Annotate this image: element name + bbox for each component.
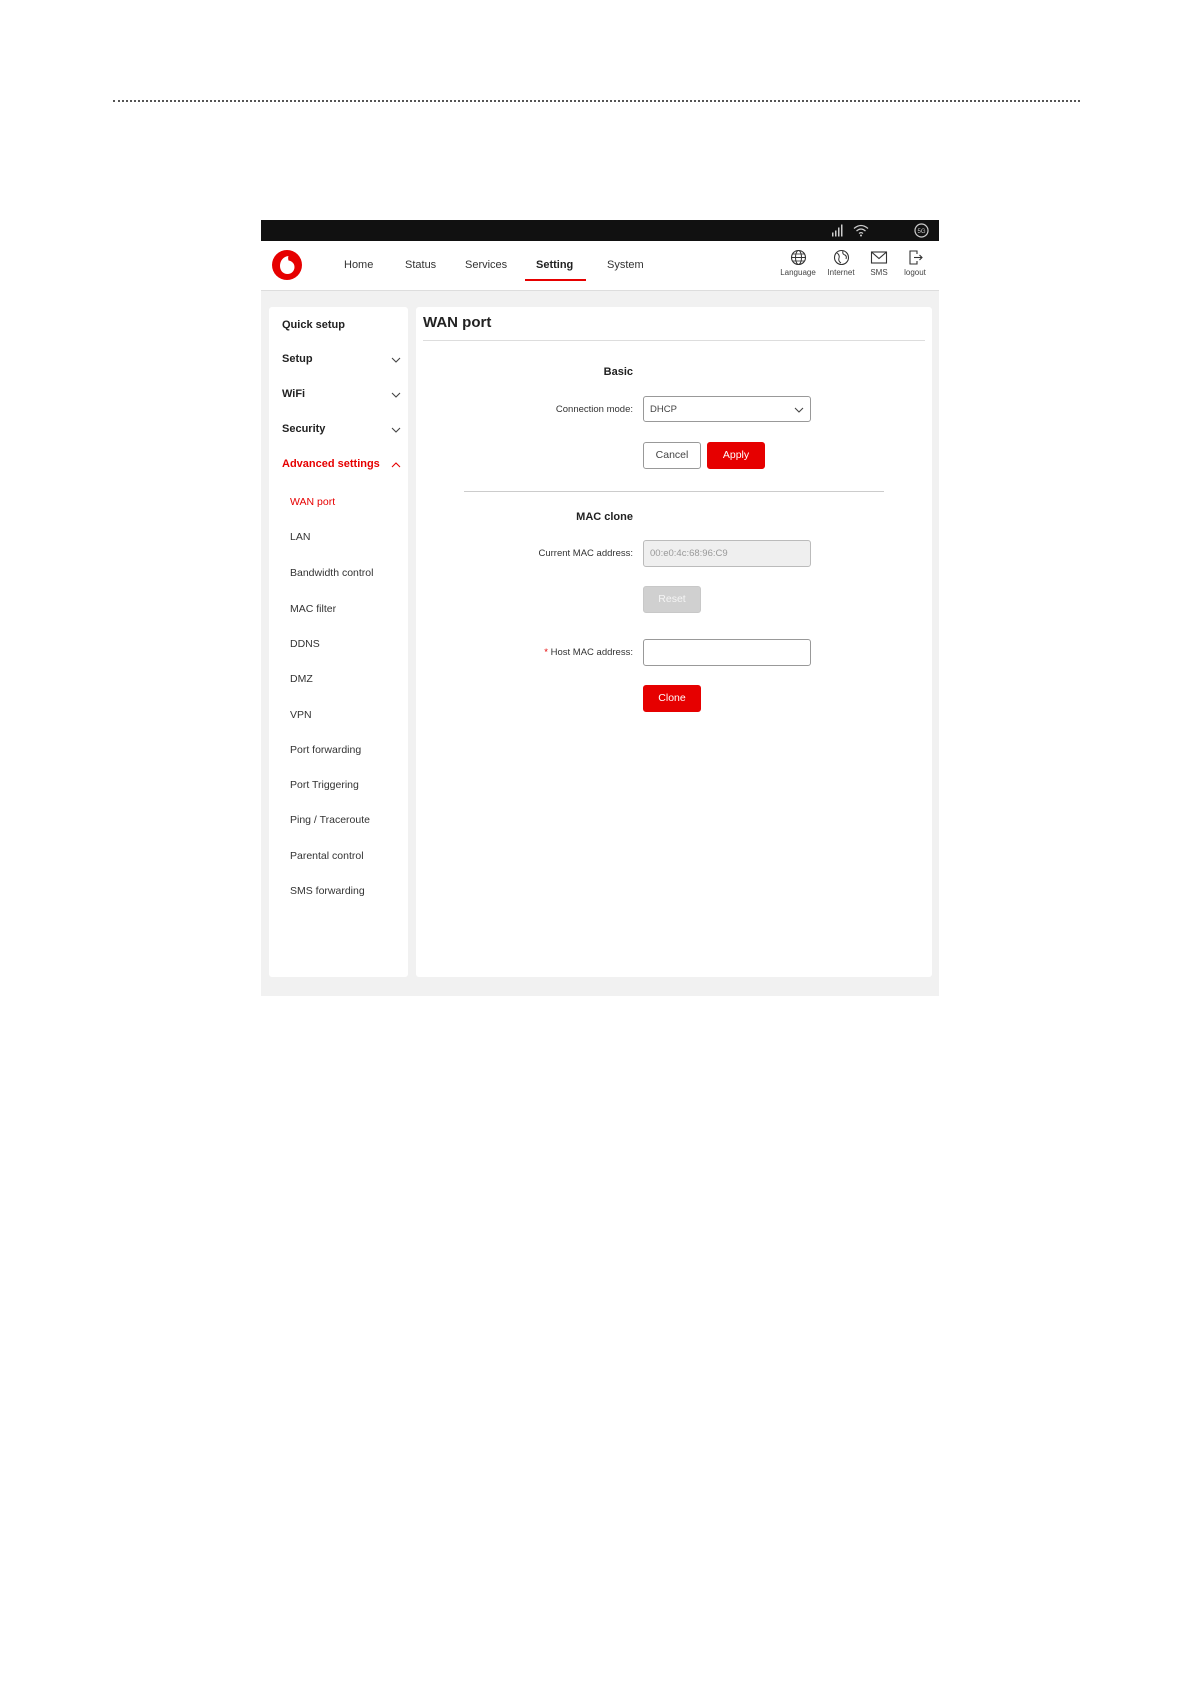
current-mac-label: Current MAC address: xyxy=(538,548,633,559)
wifi-icon xyxy=(853,224,869,237)
sidebar-item-mac-filter[interactable]: MAC filter xyxy=(290,603,336,615)
chevron-up-icon[interactable] xyxy=(391,460,401,470)
sidebar-item-wifi[interactable]: WiFi xyxy=(282,388,305,400)
title-divider xyxy=(423,340,925,341)
internet-button[interactable]: Internet xyxy=(823,249,859,277)
sidebar-item-vpn[interactable]: VPN xyxy=(290,709,312,721)
chevron-down-icon xyxy=(794,407,804,413)
sidebar: Quick setup Setup WiFi Security Advanced… xyxy=(269,307,408,977)
sms-label: SMS xyxy=(870,268,888,277)
language-label: Language xyxy=(780,268,816,277)
main-panel: WAN port Basic Connection mode: DHCP Can… xyxy=(416,307,932,977)
nav-home[interactable]: Home xyxy=(344,255,373,275)
sidebar-item-parental-control[interactable]: Parental control xyxy=(290,850,364,862)
logout-label: logout xyxy=(904,268,926,277)
sidebar-item-ddns[interactable]: DDNS xyxy=(290,638,320,650)
host-mac-label-text: Host MAC address: xyxy=(550,647,633,658)
vodafone-logo[interactable] xyxy=(271,249,303,281)
sidebar-item-port-forwarding[interactable]: Port forwarding xyxy=(290,744,361,756)
globe-icon xyxy=(790,249,806,266)
chevron-down-icon[interactable] xyxy=(391,425,401,435)
internet-label: Internet xyxy=(827,268,855,277)
sidebar-item-security[interactable]: Security xyxy=(282,423,325,435)
cancel-button[interactable]: Cancel xyxy=(643,442,701,469)
section-basic-title: Basic xyxy=(603,366,633,378)
connection-mode-value: DHCP xyxy=(650,404,677,415)
host-mac-input[interactable] xyxy=(643,639,811,666)
language-button[interactable]: Language xyxy=(778,249,818,277)
nav-system[interactable]: System xyxy=(607,255,644,275)
nav-services[interactable]: Services xyxy=(465,255,507,275)
logout-button[interactable]: logout xyxy=(899,249,931,277)
sidebar-item-sms-forwarding[interactable]: SMS forwarding xyxy=(290,885,365,897)
sidebar-item-wan-port[interactable]: WAN port xyxy=(290,496,335,508)
current-mac-field: 00:e0:4c:68:96:C9 xyxy=(643,540,811,567)
section-mac-clone-title: MAC clone xyxy=(576,511,633,523)
sidebar-item-lan[interactable]: LAN xyxy=(290,531,310,543)
top-header: Home Status Services Setting System Lang… xyxy=(261,241,939,291)
required-marker: * xyxy=(544,647,548,658)
signal-icon xyxy=(832,224,843,237)
chevron-down-icon[interactable] xyxy=(391,355,401,365)
5g-icon: 5G xyxy=(914,223,929,238)
sidebar-item-advanced-settings[interactable]: Advanced settings xyxy=(282,458,380,470)
sidebar-item-dmz[interactable]: DMZ xyxy=(290,673,313,685)
page-title: WAN port xyxy=(423,314,492,331)
sidebar-item-quick-setup[interactable]: Quick setup xyxy=(282,319,345,331)
apply-button[interactable]: Apply xyxy=(707,442,765,469)
internet-icon xyxy=(833,249,849,266)
sidebar-item-bandwidth-control[interactable]: Bandwidth control xyxy=(290,567,373,579)
mail-icon xyxy=(870,251,888,264)
connection-mode-select[interactable]: DHCP xyxy=(643,396,811,422)
svg-text:5G: 5G xyxy=(917,229,925,235)
chevron-down-icon[interactable] xyxy=(391,390,401,400)
status-bar: 5G xyxy=(261,220,939,241)
connection-mode-label: Connection mode: xyxy=(555,404,633,415)
host-mac-label: * Host MAC address: xyxy=(483,647,633,658)
active-tab-indicator xyxy=(525,279,586,281)
sms-button[interactable]: SMS xyxy=(864,249,894,277)
router-ui-screenshot: 5G Home Status Services Setting System L… xyxy=(261,220,939,996)
logout-icon xyxy=(908,250,923,265)
sidebar-item-ping-traceroute[interactable]: Ping / Traceroute xyxy=(290,814,370,826)
section-divider xyxy=(464,491,884,492)
nav-status[interactable]: Status xyxy=(405,255,436,275)
dotted-separator xyxy=(113,100,1080,102)
reset-button[interactable]: Reset xyxy=(643,586,701,613)
sidebar-item-port-triggering[interactable]: Port Triggering xyxy=(290,779,359,791)
nav-setting[interactable]: Setting xyxy=(536,255,573,275)
sidebar-item-setup[interactable]: Setup xyxy=(282,353,313,365)
clone-button[interactable]: Clone xyxy=(643,685,701,712)
